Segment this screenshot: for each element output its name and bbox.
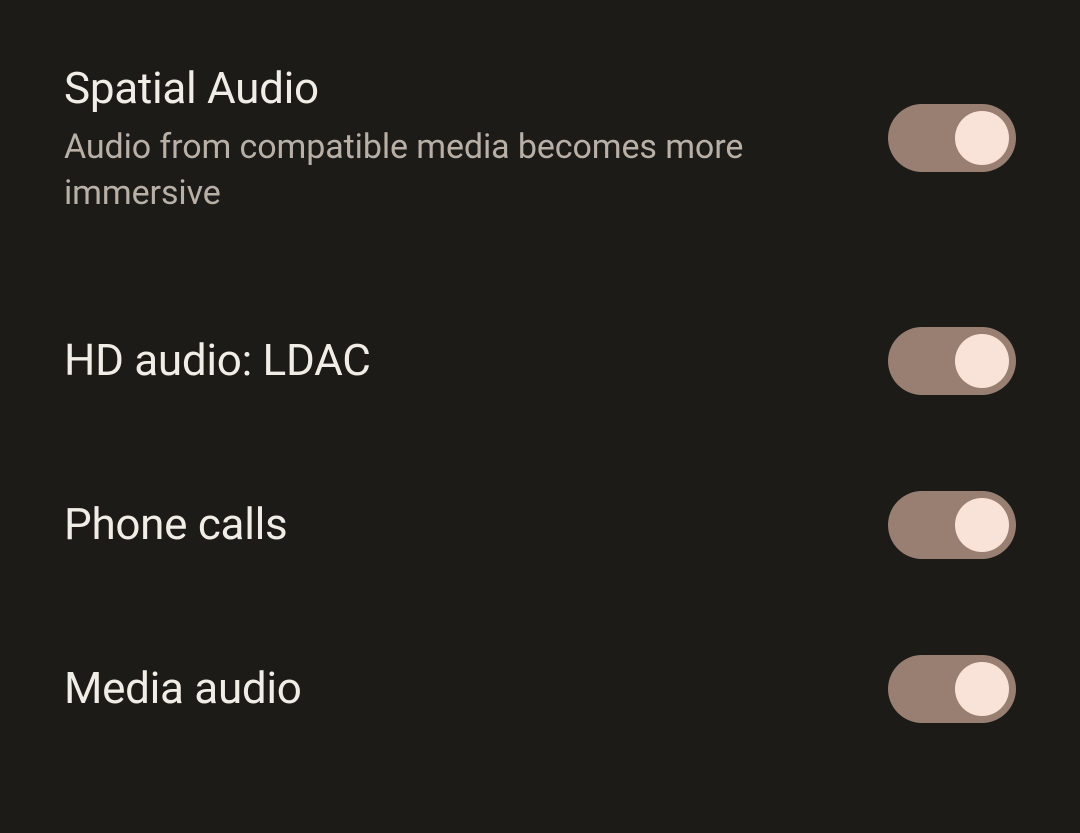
- setting-title: Spatial Audio: [64, 60, 848, 117]
- setting-title: Media audio: [64, 660, 848, 717]
- spatial-audio-toggle[interactable]: [888, 104, 1016, 172]
- setting-row-phone-calls[interactable]: Phone calls: [64, 463, 1016, 587]
- spacer: [64, 587, 1016, 627]
- phone-calls-toggle[interactable]: [888, 491, 1016, 559]
- toggle-thumb-icon: [955, 111, 1009, 165]
- toggle-thumb-icon: [955, 662, 1009, 716]
- setting-row-hd-audio[interactable]: HD audio: LDAC: [64, 299, 1016, 423]
- setting-text: HD audio: LDAC: [64, 332, 888, 389]
- toggle-thumb-icon: [955, 334, 1009, 388]
- setting-row-media-audio[interactable]: Media audio: [64, 627, 1016, 751]
- spacer: [64, 423, 1016, 463]
- setting-description: Audio from compatible media becomes more…: [64, 125, 848, 217]
- setting-text: Spatial Audio Audio from compatible medi…: [64, 60, 888, 217]
- setting-text: Media audio: [64, 660, 888, 717]
- setting-title: Phone calls: [64, 496, 848, 553]
- setting-text: Phone calls: [64, 496, 888, 553]
- setting-title: HD audio: LDAC: [64, 332, 848, 389]
- settings-list: Spatial Audio Audio from compatible medi…: [64, 48, 1016, 751]
- hd-audio-toggle[interactable]: [888, 327, 1016, 395]
- setting-row-spatial-audio[interactable]: Spatial Audio Audio from compatible medi…: [64, 48, 1016, 239]
- media-audio-toggle[interactable]: [888, 655, 1016, 723]
- toggle-thumb-icon: [955, 498, 1009, 552]
